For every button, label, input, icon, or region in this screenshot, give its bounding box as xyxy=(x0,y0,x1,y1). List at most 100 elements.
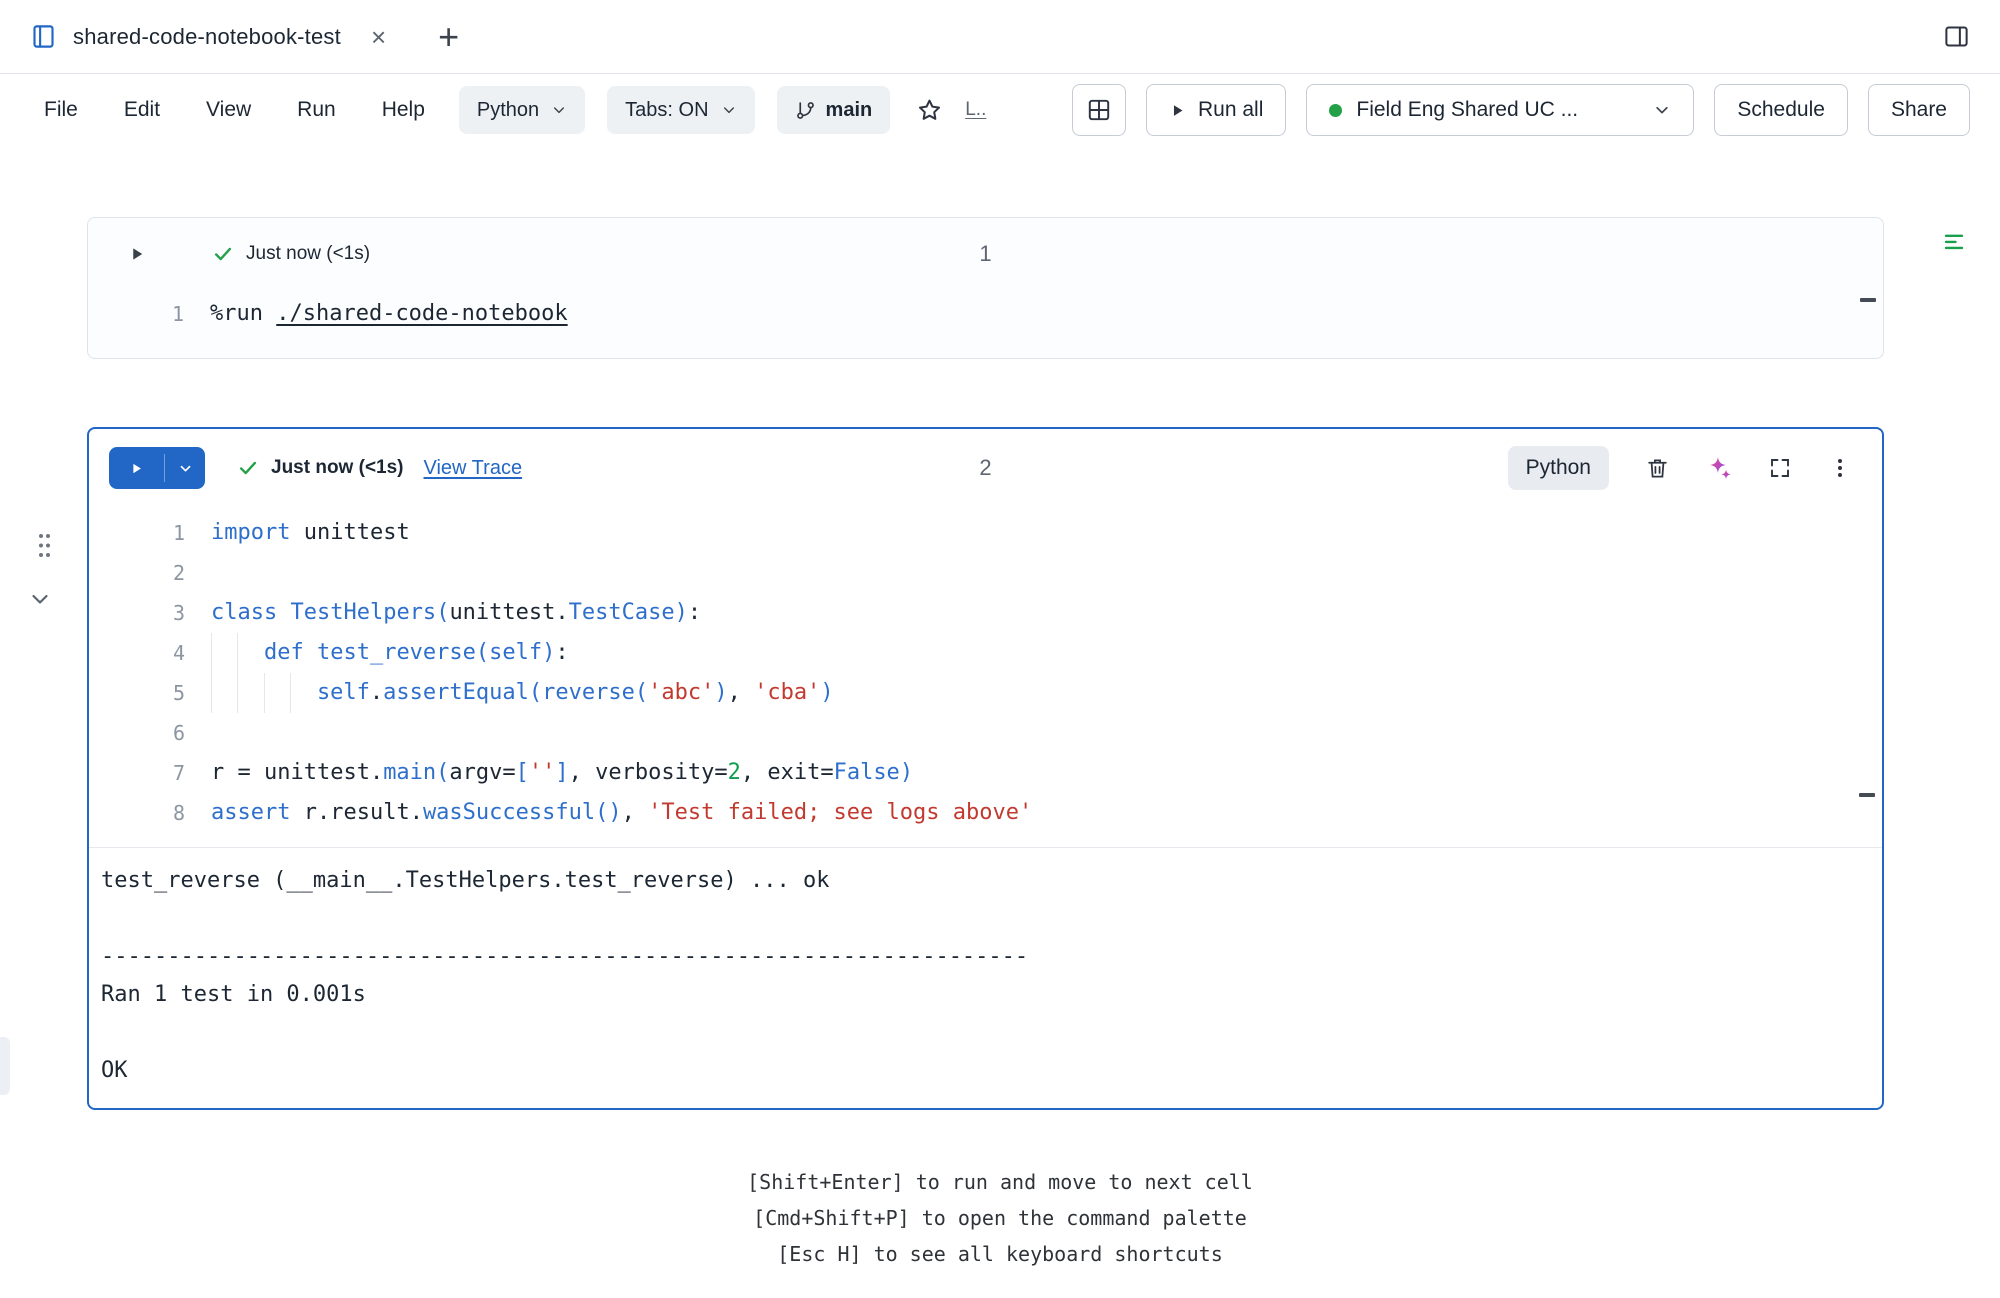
code-token: False xyxy=(834,760,900,785)
code-token: () xyxy=(595,800,622,825)
line-number: 5 xyxy=(89,673,185,713)
toc-icon[interactable] xyxy=(1942,231,1966,258)
code-token: : xyxy=(555,640,568,665)
code-line[interactable]: 2 xyxy=(89,553,1882,593)
shortcut-hints: [Shift+Enter] to run and move to next ce… xyxy=(0,1164,2000,1272)
code-token: argv= xyxy=(449,760,515,785)
kebab-menu-icon[interactable] xyxy=(1828,456,1852,480)
cell-actions: Python xyxy=(1508,446,1852,490)
code-token: ( xyxy=(635,680,648,705)
code-line[interactable]: 1import unittest xyxy=(89,513,1882,553)
cell-header: Just now (<1s) View Trace 2 Python xyxy=(89,429,1882,507)
code-line[interactable]: 1%run ./shared-code-notebook xyxy=(88,294,1883,334)
notebook-content: Just now (<1s) 1 1%run ./shared-code-not… xyxy=(0,217,2000,1272)
favorite-star-icon[interactable] xyxy=(916,97,943,124)
code-token: , exit= xyxy=(741,760,834,785)
success-check-icon xyxy=(212,243,234,265)
menu-edit[interactable]: Edit xyxy=(124,98,160,122)
code-token xyxy=(304,640,317,665)
code-line[interactable]: 3 class TestHelpers(unittest.TestCase): xyxy=(89,593,1882,633)
menu-file[interactable]: File xyxy=(44,98,78,122)
run-all-button[interactable]: Run all xyxy=(1146,84,1286,136)
code-line[interactable]: 5 self.assertEqual(reverse('abc'), 'cba') xyxy=(89,673,1882,713)
line-number: 3 xyxy=(89,593,185,633)
menu-help[interactable]: Help xyxy=(382,98,425,122)
code-text: assert r.result.wasSuccessful(), 'Test f… xyxy=(211,793,1032,833)
code-text: import unittest xyxy=(211,513,410,553)
code-token: self xyxy=(489,640,542,665)
code-text: %run ./shared-code-notebook xyxy=(210,294,568,334)
view-trace-link[interactable]: View Trace xyxy=(424,457,523,480)
expand-icon[interactable] xyxy=(1768,456,1792,480)
scrollbar-marker[interactable] xyxy=(1860,298,1876,302)
menu-run[interactable]: Run xyxy=(297,98,336,122)
code-token: test_reverse xyxy=(317,640,476,665)
cell-number: 2 xyxy=(979,455,991,481)
indent-guide xyxy=(264,673,290,713)
cell-language-badge[interactable]: Python xyxy=(1508,446,1609,490)
branch-selector[interactable]: main xyxy=(777,86,891,134)
indent-guide xyxy=(290,673,316,713)
indent-guide xyxy=(237,673,263,713)
code-text: class TestHelpers(unittest.TestCase): xyxy=(211,593,701,633)
play-icon[interactable] xyxy=(109,447,164,489)
collapse-cell-chevron-icon[interactable] xyxy=(28,587,52,611)
code-token: ( xyxy=(436,760,449,785)
code-token: self xyxy=(317,680,370,705)
left-panel-handle[interactable] xyxy=(0,1037,10,1095)
code-token: class xyxy=(211,600,277,625)
panel-right-icon[interactable] xyxy=(1943,23,1970,50)
last-edit-link[interactable]: L.. xyxy=(965,99,986,121)
code-editor[interactable]: 1import unittest23 class TestHelpers(unit… xyxy=(89,507,1882,847)
code-token: , xyxy=(622,800,649,825)
indent-guide xyxy=(211,633,237,673)
code-token: [ xyxy=(516,760,529,785)
code-line[interactable]: 7r = unittest.main(argv=[''], verbosity=… xyxy=(89,753,1882,793)
run-options-chevron-icon[interactable] xyxy=(165,447,205,489)
language-selector-label: Python xyxy=(477,99,539,122)
drag-handle-icon[interactable] xyxy=(36,531,53,565)
assistant-sparkle-icon[interactable] xyxy=(1706,455,1732,481)
chevron-down-icon xyxy=(721,102,737,118)
grid-layout-button[interactable] xyxy=(1072,84,1126,136)
language-selector[interactable]: Python xyxy=(459,86,585,134)
code-line[interactable]: 8assert r.result.wasSuccessful(), 'Test … xyxy=(89,793,1882,833)
code-token: assert xyxy=(211,800,290,825)
code-text: def test_reverse(self): xyxy=(211,633,569,673)
code-token: TestCase xyxy=(569,600,675,625)
run-cell-button[interactable] xyxy=(109,447,205,489)
code-token: ) xyxy=(900,760,913,785)
code-token: 'cba' xyxy=(754,680,820,705)
code-token: ( xyxy=(476,640,489,665)
new-tab-button[interactable]: + xyxy=(438,19,459,55)
code-editor[interactable]: 1%run ./shared-code-notebook xyxy=(88,290,1883,358)
tabs-toggle[interactable]: Tabs: ON xyxy=(607,86,754,134)
close-icon[interactable]: × xyxy=(371,24,386,50)
cell-status: Just now (<1s) xyxy=(271,457,404,479)
cluster-selector[interactable]: Field Eng Shared UC ... xyxy=(1306,84,1694,136)
shortcut-hint: [Esc H] to see all keyboard shortcuts xyxy=(0,1236,2000,1272)
scrollbar-marker[interactable] xyxy=(1859,793,1875,797)
tab-bar: shared-code-notebook-test × + xyxy=(0,0,2000,74)
indent-guide xyxy=(211,673,237,713)
share-button[interactable]: Share xyxy=(1868,84,1970,136)
schedule-button[interactable]: Schedule xyxy=(1714,84,1848,136)
notebook-cell-1[interactable]: Just now (<1s) 1 1%run ./shared-code-not… xyxy=(87,217,1884,359)
code-line[interactable]: 4def test_reverse(self): xyxy=(89,633,1882,673)
tab-title: shared-code-notebook-test xyxy=(73,24,341,50)
code-token: ) xyxy=(714,680,727,705)
run-cell-button[interactable] xyxy=(128,245,146,263)
trash-icon[interactable] xyxy=(1645,456,1670,481)
code-token: . xyxy=(370,680,383,705)
notebook-tab[interactable]: shared-code-notebook-test × xyxy=(30,23,396,50)
chevron-down-icon xyxy=(1653,101,1671,119)
code-token: %run xyxy=(210,301,276,326)
grid-layout-icon xyxy=(1086,97,1112,123)
code-token: unittest. xyxy=(449,600,568,625)
menu-view[interactable]: View xyxy=(206,98,251,122)
notebook-cell-2[interactable]: Just now (<1s) View Trace 2 Python 1impo… xyxy=(87,427,1884,1110)
code-token: reverse xyxy=(542,680,635,705)
cluster-status-dot xyxy=(1329,104,1342,117)
code-text: self.assertEqual(reverse('abc'), 'cba') xyxy=(211,673,834,713)
code-line[interactable]: 6 xyxy=(89,713,1882,753)
